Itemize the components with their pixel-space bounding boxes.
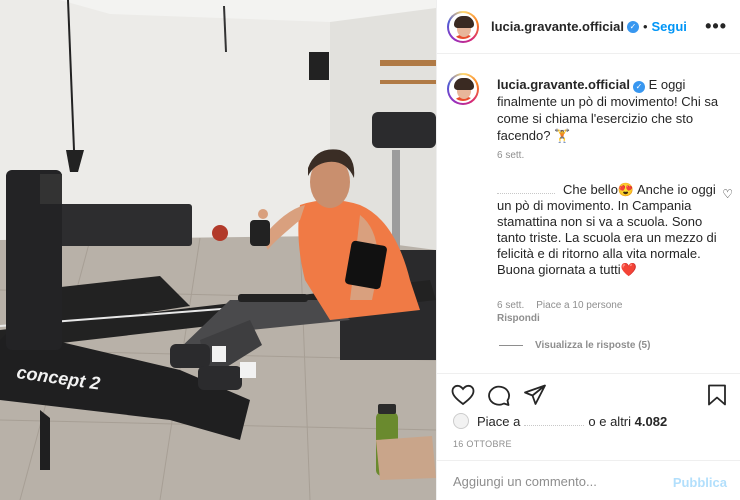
post-header: lucia.gravante.official ✓ • Segui •••: [437, 0, 740, 54]
verified-badge-icon: ✓: [626, 20, 639, 33]
caption-username[interactable]: lucia.gravante.official: [497, 77, 630, 92]
verified-badge-icon: ✓: [632, 81, 645, 93]
post-side-panel: lucia.gravante.official ✓ • Segui ••• lu…: [436, 0, 740, 500]
comment-bubble-icon[interactable]: [487, 384, 511, 406]
avatar-image: [449, 75, 477, 103]
share-paper-plane-icon[interactable]: [523, 384, 547, 406]
caption-body: lucia.gravante.official ✓ E oggi finalmen…: [497, 76, 727, 144]
comment-timestamp[interactable]: 6 sett.: [497, 300, 524, 311]
likes-prefix: Piace a: [477, 413, 521, 429]
likes-summary[interactable]: Piace a o e altri 4.082: [453, 413, 667, 429]
likes-count: 4.082: [634, 413, 668, 429]
action-bar: [437, 373, 740, 415]
post-date[interactable]: 16 OTTOBRE: [453, 439, 512, 449]
post-photo: concept 2: [0, 0, 436, 500]
like-heart-icon[interactable]: [451, 384, 475, 406]
likes-suffix: o: [588, 413, 596, 429]
separator-dot: •: [642, 19, 648, 34]
comment-likes-count[interactable]: Piace a 10 persone: [536, 300, 622, 311]
replies-line: [499, 345, 523, 346]
comment-body: Che bello😍 Anche io oggi un pò di movime…: [497, 182, 729, 278]
view-replies-label: Visualizza le risposte (5): [535, 340, 651, 351]
save-bookmark-icon[interactable]: [707, 384, 727, 406]
avatar[interactable]: [447, 10, 479, 43]
add-comment-bar: Pubblica: [437, 460, 740, 500]
reply-button[interactable]: Rispondi: [497, 312, 622, 325]
liker-avatar: [453, 413, 469, 429]
comments-area[interactable]: lucia.gravante.official ✓ E oggi finalmen…: [437, 55, 740, 373]
caption-timestamp[interactable]: 6 sett.: [497, 150, 524, 161]
comment-username-hidden[interactable]: [497, 184, 555, 194]
comment-text: Che bello😍 Anche io oggi un pò di movime…: [497, 182, 717, 277]
liker-name-hidden[interactable]: [524, 416, 585, 426]
gym-scene: concept 2: [0, 0, 436, 500]
comment: Che bello😍 Anche io oggi un pò di movime…: [497, 182, 733, 324]
comment-like-heart-icon[interactable]: ♡: [722, 187, 733, 201]
view-replies-button[interactable]: Visualizza le risposte (5): [499, 340, 650, 351]
publish-button[interactable]: Pubblica: [673, 475, 727, 490]
likes-and: e altri: [599, 413, 632, 429]
avatar-image: [449, 12, 477, 41]
comment-input[interactable]: [453, 471, 663, 491]
caption-avatar[interactable]: [447, 73, 479, 105]
follow-button[interactable]: Segui: [652, 19, 687, 34]
header-username[interactable]: lucia.gravante.official: [491, 19, 624, 34]
more-options-icon[interactable]: •••: [705, 16, 727, 37]
comment-meta: 6 sett. Piace a 10 persone Rispondi: [497, 299, 634, 325]
